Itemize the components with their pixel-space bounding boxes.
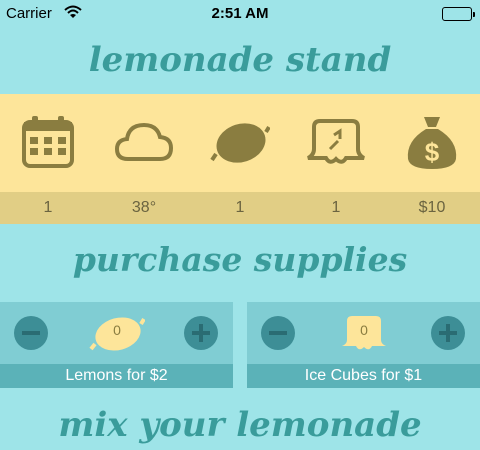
status-bar: Carrier 2:51 AM xyxy=(0,0,480,28)
increase-lemons-button[interactable] xyxy=(184,316,218,350)
minus-icon xyxy=(269,331,287,335)
decrease-ice-button[interactable] xyxy=(261,316,295,350)
ice-inventory-value: 1 xyxy=(331,199,341,216)
lemons-price-label: Lemons for $2 xyxy=(0,364,233,388)
lemons-inventory-value: 1 xyxy=(235,199,245,216)
stats-values-band: 1 38° 1 1 $10 xyxy=(0,192,480,224)
calendar-icon xyxy=(0,94,96,192)
mix-lemonade-heading: mix your lemonade xyxy=(58,405,422,445)
stats-band: $ xyxy=(0,94,480,192)
temperature-value: 38° xyxy=(131,199,157,216)
lemons-purchase-card: 0 Lemons for $2 xyxy=(0,302,233,388)
ice-price-label: Ice Cubes for $1 xyxy=(247,364,480,388)
decrease-lemons-button[interactable] xyxy=(14,316,48,350)
day-value: 1 xyxy=(43,199,53,216)
ice-quantity: 0 xyxy=(360,322,368,338)
status-time: 2:51 AM xyxy=(211,5,269,22)
svg-text:$: $ xyxy=(425,137,440,167)
lemon-icon xyxy=(192,94,288,192)
money-value: $10 xyxy=(418,199,446,216)
app-title: lemonade stand xyxy=(88,40,392,80)
cloud-icon xyxy=(96,94,192,192)
purchase-supplies-heading: purchase supplies xyxy=(72,240,408,279)
lemons-quantity: 0 xyxy=(113,322,121,338)
money-bag-icon: $ xyxy=(384,94,480,192)
minus-icon xyxy=(22,331,40,335)
battery-icon xyxy=(442,7,475,21)
ice-cube-icon xyxy=(288,94,384,192)
ice-purchase-card: 0 Ice Cubes for $1 xyxy=(247,302,480,388)
increase-ice-button[interactable] xyxy=(431,316,465,350)
